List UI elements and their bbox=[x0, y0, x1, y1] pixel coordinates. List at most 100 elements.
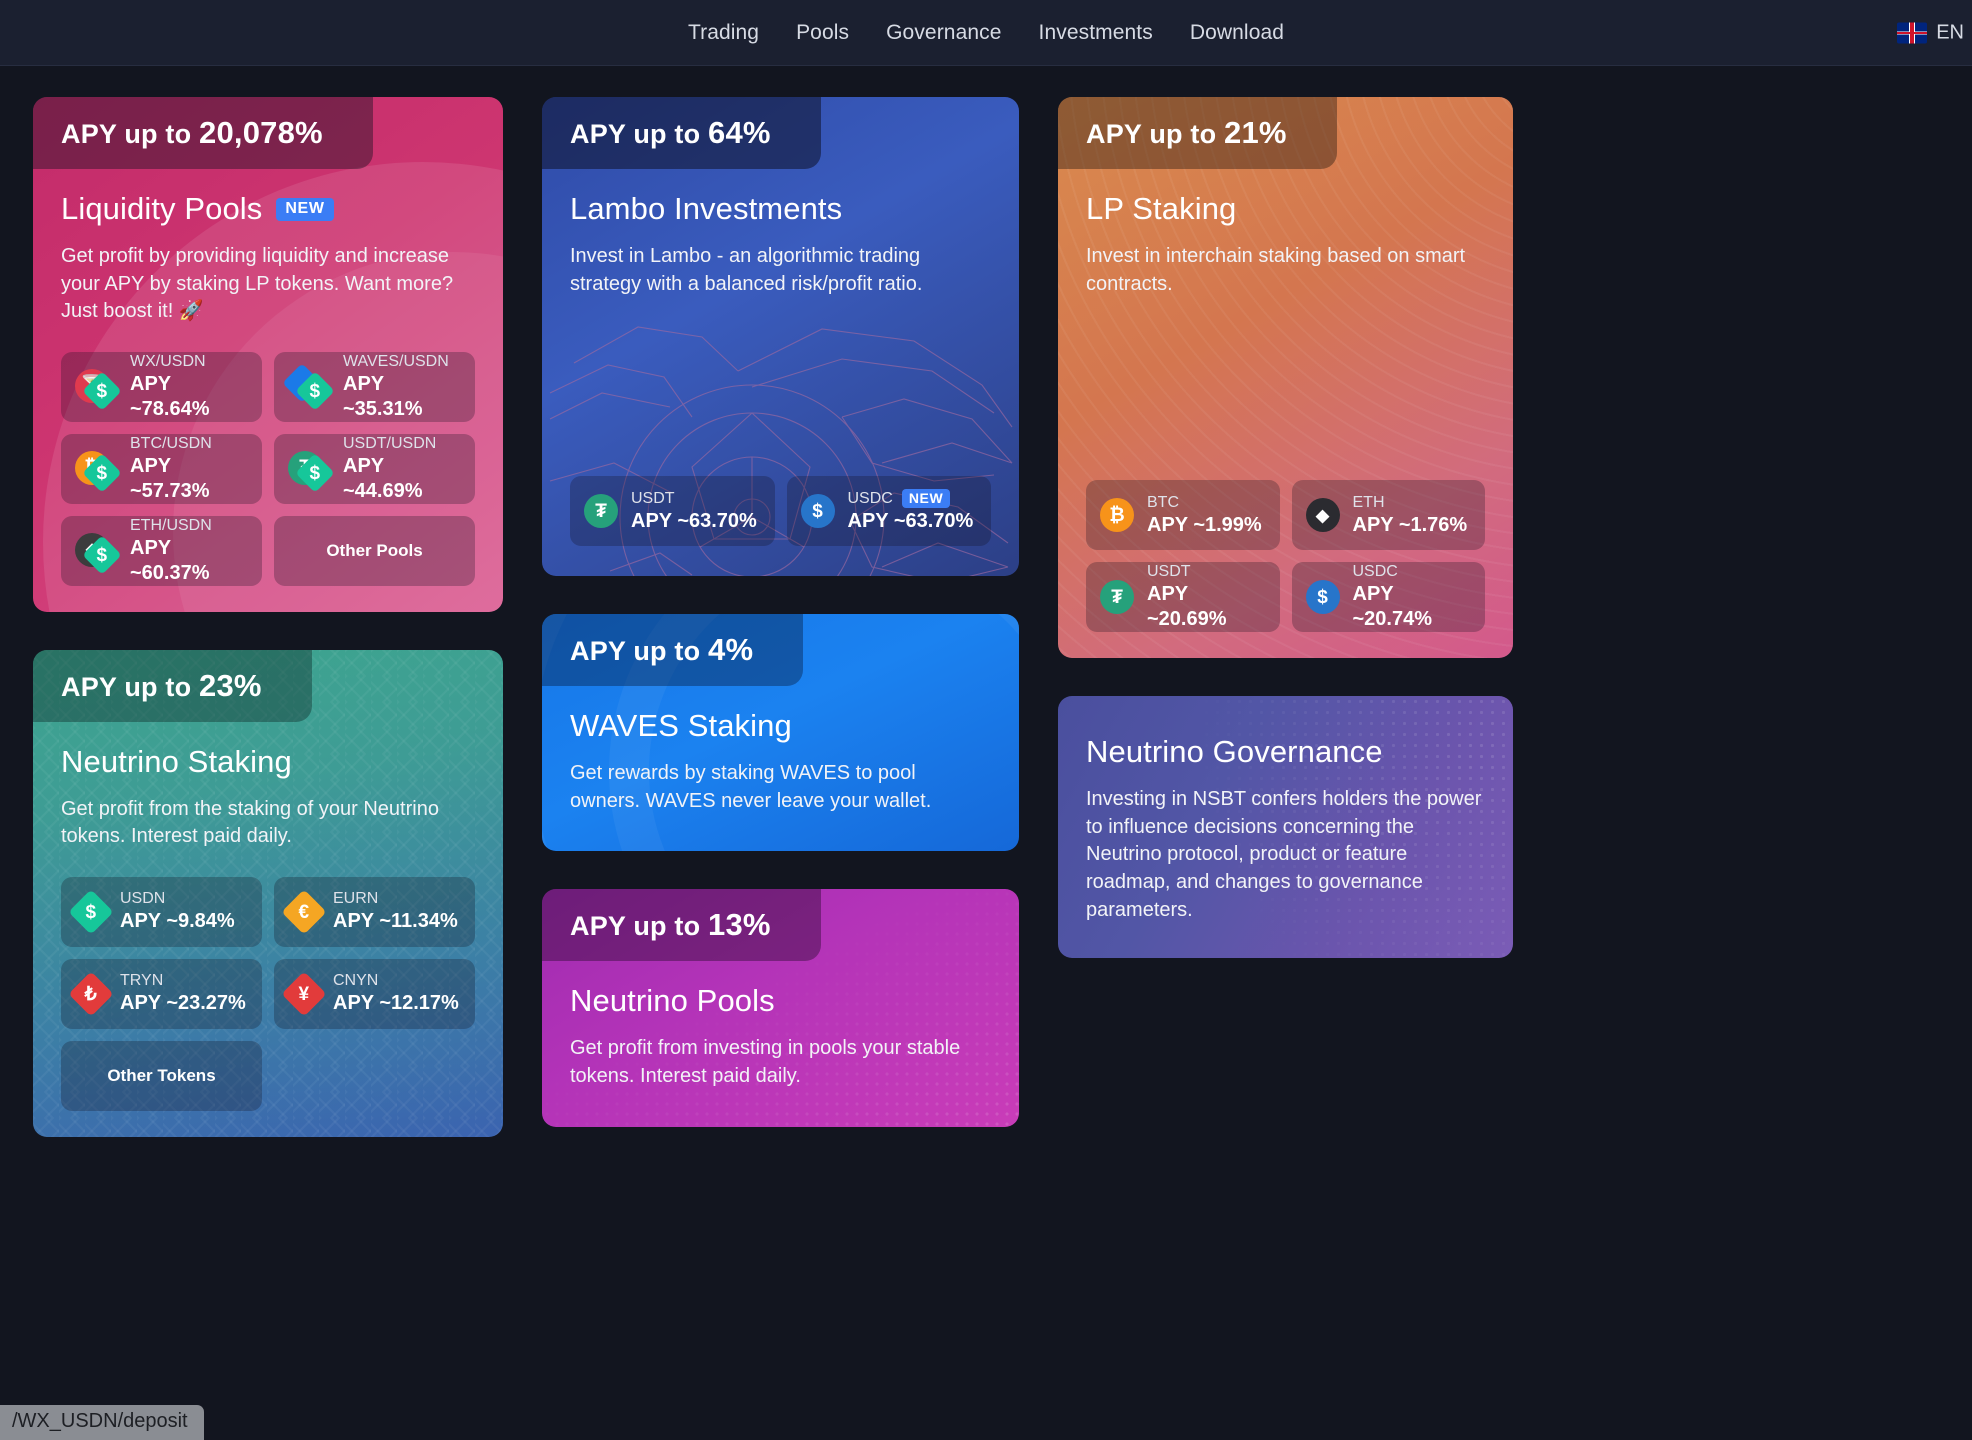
token-label: USDN bbox=[120, 890, 166, 908]
token-label: USDC bbox=[1352, 563, 1398, 581]
card-description: Investing in NSBT confers holders the po… bbox=[1086, 788, 1482, 921]
language-label: EN bbox=[1936, 21, 1964, 43]
apy-ribbon-value: 4% bbox=[708, 632, 754, 668]
token-chip-usdc[interactable]: $ USDC APY ~20.74% bbox=[1291, 562, 1485, 633]
card-description: Invest in Lambo - an algorithmic trading… bbox=[570, 245, 923, 295]
card-title: Lambo Investments bbox=[570, 191, 991, 227]
token-chip-eth[interactable]: ◆ ETH APY ~1.76% bbox=[1291, 480, 1485, 551]
token-apy-value: APY ~1.76% bbox=[1352, 513, 1468, 536]
nav-item-pools[interactable]: Pools bbox=[796, 21, 849, 45]
token-pair-label: USDT/USDN bbox=[343, 434, 437, 452]
token-chip-tryn[interactable]: ₺ TRYN APY ~23.27% bbox=[61, 958, 262, 1029]
uk-flag-icon bbox=[1897, 22, 1928, 43]
token-label: USDT bbox=[1147, 563, 1191, 581]
grid-column-2: APY up to 64% Lambo Investments Invest i… bbox=[542, 97, 1019, 1127]
main-nav: Trading Pools Governance Investments Dow… bbox=[688, 21, 1284, 45]
token-apy-value: APY ~44.69% bbox=[343, 454, 423, 502]
status-bar-url: /WX_USDN/deposit bbox=[0, 1405, 204, 1440]
token-chip-usdt-usdn[interactable]: ₮ $ USDT/USDN APY ~44.69% bbox=[274, 433, 475, 504]
token-label: ETH bbox=[1352, 493, 1385, 511]
token-apy-value: APY ~23.27% bbox=[120, 992, 246, 1015]
card-title: Neutrino Pools bbox=[570, 983, 991, 1019]
card-description: Get profit by providing liquidity and in… bbox=[61, 245, 454, 323]
token-chip-usdt[interactable]: ₮ USDT APY ~63.70% bbox=[570, 476, 775, 547]
card-title-text: LP Staking bbox=[1086, 191, 1237, 226]
eth-coin-icon: ◆ bbox=[1305, 498, 1340, 533]
token-chip-usdn[interactable]: $ USDN APY ~9.84% bbox=[61, 876, 262, 947]
card-description: Invest in interchain staking based on sm… bbox=[1086, 245, 1466, 295]
apy-ribbon-value: 23% bbox=[199, 667, 262, 703]
language-selector[interactable]: EN bbox=[1897, 21, 1964, 44]
usdt-coin-icon: ₮ bbox=[1100, 580, 1134, 615]
token-chip-wx-usdn[interactable]: 🍸 $ WX/USDN APY ~78.64% bbox=[61, 351, 262, 422]
token-apy-value: APY ~57.73% bbox=[130, 454, 210, 502]
apy-ribbon-prefix: APY up to bbox=[570, 911, 709, 942]
apy-ribbon: APY up to 64% bbox=[542, 97, 821, 169]
usdn-coin-icon: $ bbox=[68, 889, 114, 935]
other-tokens-button[interactable]: Other Tokens bbox=[61, 1040, 262, 1111]
other-pools-button[interactable]: Other Pools bbox=[274, 515, 475, 586]
card-title: LP Staking bbox=[1086, 191, 1485, 227]
card-title: WAVES Staking bbox=[570, 708, 991, 744]
card-neutrino-staking[interactable]: APY up to 23% Neutrino Staking Get profi… bbox=[33, 649, 503, 1137]
eurn-coin-icon: € bbox=[281, 889, 327, 935]
cards-page: APY up to 20,078% Liquidity Pools NEW Ge… bbox=[0, 66, 1972, 1137]
token-apy-value: APY ~12.17% bbox=[333, 992, 459, 1015]
card-description: Get rewards by staking WAVES to pool own… bbox=[570, 762, 932, 812]
wx-usdn-pair-icon: 🍸 $ bbox=[75, 368, 122, 411]
tryn-coin-icon: ₺ bbox=[68, 971, 114, 1017]
token-chip-usdc[interactable]: $ USDC NEW APY ~63.70% bbox=[786, 476, 991, 547]
token-apy-value: APY ~60.37% bbox=[130, 536, 210, 584]
apy-ribbon-value: 13% bbox=[708, 907, 771, 943]
token-apy-value: APY ~20.74% bbox=[1352, 583, 1433, 631]
token-chip-eth-usdn[interactable]: ◆ $ ETH/USDN APY ~60.37% bbox=[61, 515, 262, 586]
card-title-text: WAVES Staking bbox=[570, 708, 792, 744]
token-label-text: USDC bbox=[847, 489, 893, 507]
apy-ribbon: APY up to 20,078% bbox=[33, 97, 373, 169]
nav-item-trading[interactable]: Trading bbox=[688, 21, 759, 45]
token-label: USDT bbox=[631, 489, 675, 507]
eth-usdn-pair-icon: ◆ $ bbox=[75, 532, 122, 575]
token-chip-cnyn[interactable]: ¥ CNYN APY ~12.17% bbox=[274, 958, 475, 1029]
card-neutrino-pools[interactable]: APY up to 13% Neutrino Pools Get profit … bbox=[542, 889, 1019, 1127]
usdc-coin-icon: $ bbox=[800, 494, 835, 529]
token-label: BTC bbox=[1147, 493, 1179, 511]
btc-usdn-pair-icon: ₿ $ bbox=[75, 450, 122, 493]
waves-usdn-pair-icon: $ bbox=[282, 362, 335, 411]
card-neutrino-governance[interactable]: Neutrino Governance Investing in NSBT co… bbox=[1058, 696, 1513, 959]
token-chip-grid: 🍸 $ WX/USDN APY ~78.64% $ bbox=[61, 351, 475, 586]
apy-ribbon-value: 21% bbox=[1224, 115, 1287, 150]
nav-item-governance[interactable]: Governance bbox=[886, 21, 1001, 45]
token-apy-value: APY ~63.70% bbox=[847, 509, 974, 532]
cnyn-coin-icon: ¥ bbox=[281, 971, 327, 1017]
token-apy-value: APY ~9.84% bbox=[120, 910, 235, 933]
nav-item-download[interactable]: Download bbox=[1190, 21, 1284, 45]
card-liquidity-pools[interactable]: APY up to 20,078% Liquidity Pools NEW Ge… bbox=[33, 97, 503, 612]
top-navigation-bar: Trading Pools Governance Investments Dow… bbox=[0, 0, 1972, 66]
token-chip-usdt[interactable]: ₮ USDT APY ~20.69% bbox=[1086, 562, 1280, 633]
token-pair-label: WAVES/USDN bbox=[343, 352, 449, 370]
usdc-coin-icon: $ bbox=[1305, 580, 1340, 615]
new-badge: NEW bbox=[901, 489, 951, 509]
token-pair-label: ETH/USDN bbox=[130, 516, 212, 534]
token-chip-grid: ₮ USDT APY ~63.70% $ USDC NEW APY ~63.70… bbox=[570, 476, 991, 547]
token-apy-value: APY ~20.69% bbox=[1147, 583, 1227, 631]
apy-ribbon: APY up to 4% bbox=[542, 614, 804, 687]
token-apy-value: APY ~78.64% bbox=[130, 372, 210, 420]
card-lambo-investments[interactable]: APY up to 64% Lambo Investments Invest i… bbox=[542, 97, 1019, 577]
apy-ribbon-prefix: APY up to bbox=[61, 671, 200, 702]
apy-ribbon: APY up to 21% bbox=[1058, 97, 1337, 169]
grid-column-1: APY up to 20,078% Liquidity Pools NEW Ge… bbox=[33, 97, 503, 1137]
token-chip-btc[interactable]: ₿ BTC APY ~1.99% bbox=[1086, 480, 1280, 551]
new-badge: NEW bbox=[276, 197, 334, 221]
token-label: TRYN bbox=[120, 972, 164, 990]
token-chip-waves-usdn[interactable]: $ WAVES/USDN APY ~35.31% bbox=[274, 351, 475, 422]
apy-ribbon-prefix: APY up to bbox=[1086, 119, 1225, 149]
card-waves-staking[interactable]: APY up to 4% WAVES Staking Get rewards b… bbox=[542, 614, 1019, 852]
token-chip-btc-usdn[interactable]: ₿ $ BTC/USDN APY ~57.73% bbox=[61, 433, 262, 504]
nav-item-investments[interactable]: Investments bbox=[1039, 21, 1153, 45]
apy-ribbon-value: 20,078% bbox=[199, 115, 323, 150]
token-chip-eurn[interactable]: € EURN APY ~11.34% bbox=[274, 876, 475, 947]
card-lp-staking[interactable]: APY up to 21% LP Staking Invest in inter… bbox=[1058, 97, 1513, 659]
token-label: EURN bbox=[333, 890, 379, 908]
